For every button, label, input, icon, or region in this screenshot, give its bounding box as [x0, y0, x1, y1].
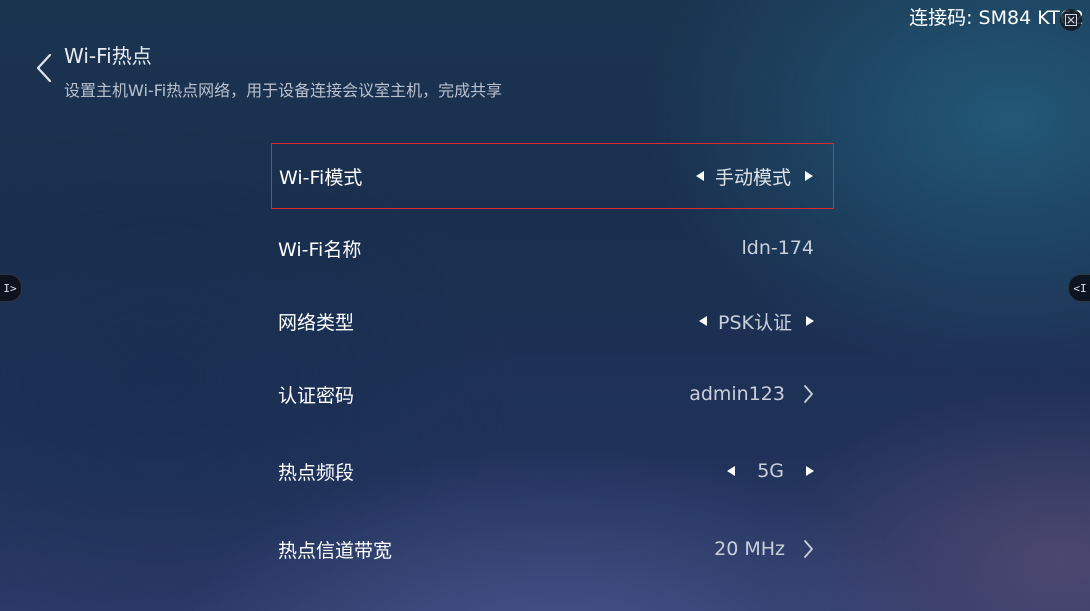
setting-value-group: PSK认证 — [699, 308, 814, 335]
setting-value: 5G — [757, 460, 784, 482]
right-handle-label: <I — [1073, 281, 1087, 295]
left-handle-label: I> — [3, 281, 17, 295]
setting-value: 20 MHz — [714, 538, 785, 560]
setting-label: 网络类型 — [278, 311, 355, 334]
setting-label: 热点频段 — [278, 461, 355, 484]
setting-label: Wi-Fi模式 — [279, 166, 363, 189]
chevron-right-icon — [803, 384, 814, 404]
setting-value: ldn-174 — [741, 237, 814, 259]
setting-row-network-type[interactable]: 网络类型 PSK认证 — [271, 288, 834, 354]
connection-code: 连接码: SM84 KT62 — [909, 3, 1084, 30]
close-overlay-button[interactable] — [1060, 9, 1082, 31]
setting-value-group: 5G — [727, 460, 814, 482]
arrow-right-icon[interactable] — [806, 316, 814, 326]
setting-label: Wi-Fi名称 — [278, 238, 362, 261]
setting-row-hotspot-band[interactable]: 热点频段 5G — [271, 438, 834, 504]
setting-value-group: ldn-174 — [741, 237, 814, 259]
setting-row-wifi-mode[interactable]: Wi-Fi模式 手动模式 — [271, 143, 834, 209]
setting-value: admin123 — [689, 383, 785, 405]
setting-row-auth-password[interactable]: 认证密码 admin123 — [271, 361, 834, 427]
setting-row-wifi-name[interactable]: Wi-Fi名称 ldn-174 — [271, 215, 834, 281]
arrow-right-icon[interactable] — [806, 466, 814, 476]
chevron-left-icon — [36, 53, 52, 83]
page-title: Wi-Fi热点 — [64, 44, 152, 68]
chevron-right-icon — [803, 539, 814, 559]
setting-value-group: admin123 — [689, 383, 814, 405]
setting-value-group: 20 MHz — [714, 538, 814, 560]
connection-code-text: 连接码: SM84 KT62 — [909, 7, 1084, 29]
right-side-handle[interactable]: <I — [1068, 274, 1090, 302]
setting-row-channel-bandwidth[interactable]: 热点信道带宽 20 MHz — [271, 516, 834, 582]
setting-label: 认证密码 — [278, 384, 355, 407]
back-button[interactable] — [26, 48, 62, 88]
setting-value-group: 手动模式 — [695, 163, 813, 190]
page-subtitle: 设置主机Wi-Fi热点网络，用于设备连接会议室主机，完成共享 — [64, 81, 503, 100]
setting-label: 热点信道带宽 — [278, 539, 393, 562]
setting-value: 手动模式 — [714, 166, 791, 189]
arrow-left-icon[interactable] — [699, 316, 708, 326]
close-icon — [1065, 14, 1077, 26]
setting-value: PSK认证 — [718, 311, 792, 334]
arrow-left-icon[interactable] — [727, 466, 736, 476]
arrow-right-icon[interactable] — [805, 171, 813, 181]
arrow-left-icon[interactable] — [695, 171, 704, 181]
left-side-handle[interactable]: I> — [0, 274, 22, 302]
